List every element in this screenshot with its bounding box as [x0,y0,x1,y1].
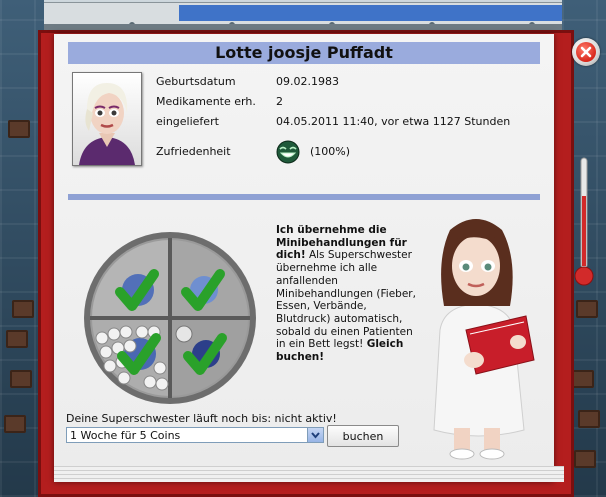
section-divider [68,194,540,200]
admitted-value: 04.05.2011 11:40, vor etwa 1127 Stunden [276,115,511,128]
close-icon[interactable] [576,42,596,62]
top-window-frame [40,2,574,28]
patient-card: Lotte joosje Puffadt Geburtsdatum 09.02.… [54,34,564,482]
minitreatment-plate [80,228,260,408]
duration-select[interactable]: 1 Woche für 5 Coins [66,427,324,443]
admitted-label: eingeliefert [156,115,219,128]
birthdate-label: Geburtsdatum [156,75,236,88]
thermometer-icon [572,156,596,296]
close-button[interactable] [572,38,600,66]
superschwester-status: Deine Superschwester läuft noch bis: nic… [66,412,337,425]
chevron-down-icon[interactable] [307,428,323,442]
medication-label: Medikamente erh. [156,95,256,108]
patient-portrait [72,72,142,166]
buy-button[interactable]: buchen [327,425,399,447]
happy-face-icon [276,140,300,164]
card-paper-lines [54,466,564,482]
satisfaction-value: (100%) [310,145,351,158]
superschwester-illustration [414,210,544,460]
offer-body: Als Superschwester übernehme ich alle an… [276,249,416,351]
satisfaction-label: Zufriedenheit [156,145,231,158]
birthdate-value: 09.02.1983 [276,75,339,88]
superschwester-description: Ich übernehme die Minibehandlungen für d… [276,224,416,364]
medication-value: 2 [276,95,283,108]
patient-name-title: Lotte joosje Puffadt [68,42,540,64]
duration-select-value: 1 Woche für 5 Coins [70,429,181,442]
